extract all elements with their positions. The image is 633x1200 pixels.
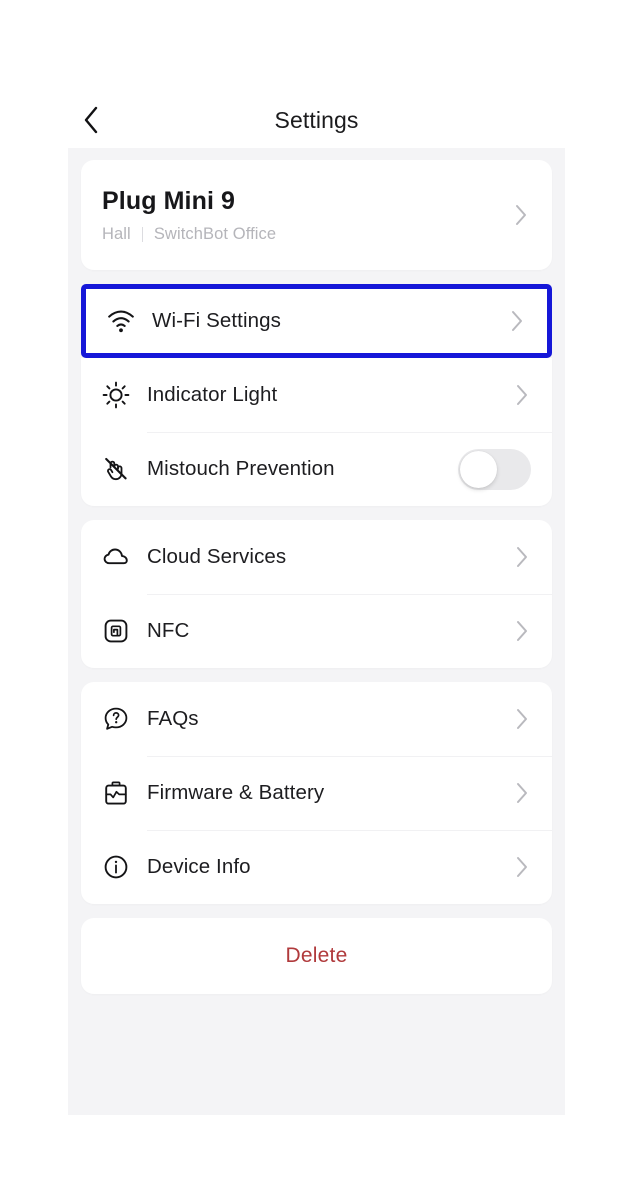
wifi-settings-highlight: Wi-Fi Settings	[81, 284, 552, 358]
settings-row-label: FAQs	[147, 707, 199, 730]
settings-group-device: Indicator Light Mistouch Prevention	[81, 358, 552, 506]
delete-button[interactable]: Delete	[81, 918, 552, 994]
settings-row-label: Device Info	[147, 855, 251, 878]
info-circle-icon	[99, 850, 133, 884]
toggle-knob	[460, 450, 497, 488]
cloud-icon	[99, 540, 133, 574]
settings-row-faqs[interactable]: FAQs	[81, 682, 552, 756]
chevron-right-icon	[513, 544, 531, 570]
device-card-container: Plug Mini 9 Hall SwitchBot Office	[81, 160, 552, 270]
chevron-left-icon	[82, 105, 100, 135]
settings-row-label: Indicator Light	[147, 383, 278, 406]
settings-group-services: Cloud Services NFC	[81, 520, 552, 668]
back-button[interactable]	[74, 103, 108, 137]
settings-row-device-info[interactable]: Device Info	[81, 830, 552, 904]
settings-row-firmware-battery[interactable]: Firmware & Battery	[81, 756, 552, 830]
settings-row-label: NFC	[147, 619, 190, 642]
page-title: Settings	[274, 106, 359, 133]
device-room: Hall	[102, 225, 131, 243]
device-name: Plug Mini 9	[102, 187, 236, 215]
navigation-bar: Settings	[0, 92, 633, 148]
device-card[interactable]: Plug Mini 9 Hall SwitchBot Office	[81, 160, 552, 270]
device-home: SwitchBot Office	[153, 225, 277, 243]
location-divider	[141, 227, 143, 242]
chevron-right-icon	[512, 202, 530, 228]
settings-row-label: Firmware & Battery	[147, 781, 325, 804]
device-location: Hall SwitchBot Office	[102, 225, 512, 244]
battery-icon	[99, 776, 133, 810]
sun-icon	[99, 378, 133, 412]
chevron-right-icon	[513, 382, 531, 408]
chevron-right-icon	[508, 308, 526, 334]
chevron-right-icon	[513, 706, 531, 732]
settings-row-label: Cloud Services	[147, 545, 287, 568]
chevron-right-icon	[513, 854, 531, 880]
chevron-right-icon	[513, 780, 531, 806]
settings-scroll-area: Plug Mini 9 Hall SwitchBot Office Wi-Fi …	[68, 148, 565, 1115]
device-texts: Plug Mini 9 Hall SwitchBot Office	[102, 186, 512, 244]
nfc-icon	[99, 614, 133, 648]
settings-row-label: Mistouch Prevention	[147, 457, 335, 480]
settings-group-support: FAQs Firmware & Battery Device Info	[81, 682, 552, 904]
phone-screen: Settings Plug Mini 9 Hall SwitchBot Offi…	[0, 0, 633, 1200]
mistouch-prevention-toggle[interactable]	[458, 448, 531, 490]
settings-row-mistouch-prevention[interactable]: Mistouch Prevention	[81, 432, 552, 506]
hand-slash-icon	[99, 452, 133, 486]
settings-row-wifi-settings[interactable]: Wi-Fi Settings	[86, 289, 547, 353]
settings-row-label: Wi-Fi Settings	[152, 309, 281, 332]
settings-row-cloud-services[interactable]: Cloud Services	[81, 520, 552, 594]
delete-button-label: Delete	[285, 944, 348, 967]
settings-row-indicator-light[interactable]: Indicator Light	[81, 358, 552, 432]
wifi-icon	[104, 304, 138, 338]
question-bubble-icon	[99, 702, 133, 736]
settings-row-nfc[interactable]: NFC	[81, 594, 552, 668]
chevron-right-icon	[513, 618, 531, 644]
